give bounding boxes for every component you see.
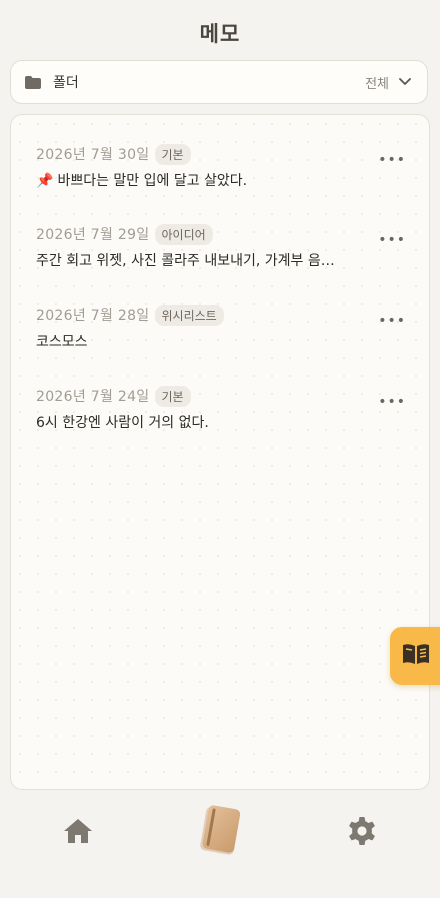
gear-icon[interactable]: [346, 815, 378, 847]
chevron-down-icon: [399, 76, 411, 88]
more-options-button[interactable]: •••: [378, 395, 406, 409]
pin-icon: 📌: [36, 173, 54, 189]
notebook-icon[interactable]: [199, 804, 243, 858]
memo-date: 2026년 7월 29일: [36, 227, 150, 243]
memo-text: 코스모스: [36, 334, 88, 350]
memo-item[interactable]: 2026년 7월 29일 아이디어 주간 회고 위젯, 사진 콜라주 내보내기,…: [36, 223, 406, 270]
memo-item[interactable]: 2026년 7월 28일 위시리스트 코스모스 •••: [36, 304, 406, 351]
folder-selected-value: 전체: [365, 76, 389, 92]
folder-label: 폴더: [53, 75, 79, 91]
memo-item[interactable]: 2026년 7월 24일 기본 6시 한강엔 사람이 거의 없다. •••: [36, 385, 406, 432]
folder-selector[interactable]: 폴더 전체: [10, 60, 428, 104]
memo-text: 바쁘다는 말만 입에 달고 살았다.: [57, 173, 248, 189]
memo-tag: 위시리스트: [154, 304, 224, 326]
memo-list: 2026년 7월 30일 기본 📌 바쁘다는 말만 입에 달고 살았다. ••• …: [10, 114, 430, 790]
more-options-button[interactable]: •••: [378, 153, 406, 167]
book-open-icon: [401, 642, 431, 670]
memo-tag: 아이디어: [154, 223, 213, 245]
memo-text: 주간 회고 위젯, 사진 콜라주 내보내기, 가계부 음…: [36, 253, 335, 269]
folder-icon: [25, 75, 43, 89]
more-options-button[interactable]: •••: [378, 233, 406, 247]
more-options-button[interactable]: •••: [378, 314, 406, 328]
memo-date: 2026년 7월 30일: [36, 147, 150, 163]
memo-date: 2026년 7월 24일: [36, 389, 150, 405]
memo-text: 6시 한강엔 사람이 거의 없다.: [36, 415, 209, 431]
memo-tag: 기본: [154, 385, 191, 407]
bottom-navigation: [0, 790, 440, 898]
home-icon[interactable]: [63, 818, 93, 844]
memo-item[interactable]: 2026년 7월 30일 기본 📌 바쁘다는 말만 입에 달고 살았다. •••: [36, 143, 406, 190]
reader-button[interactable]: [390, 627, 440, 685]
memo-tag: 기본: [154, 143, 191, 165]
memo-date: 2026년 7월 28일: [36, 308, 150, 324]
page-title: 메모: [199, 22, 241, 46]
